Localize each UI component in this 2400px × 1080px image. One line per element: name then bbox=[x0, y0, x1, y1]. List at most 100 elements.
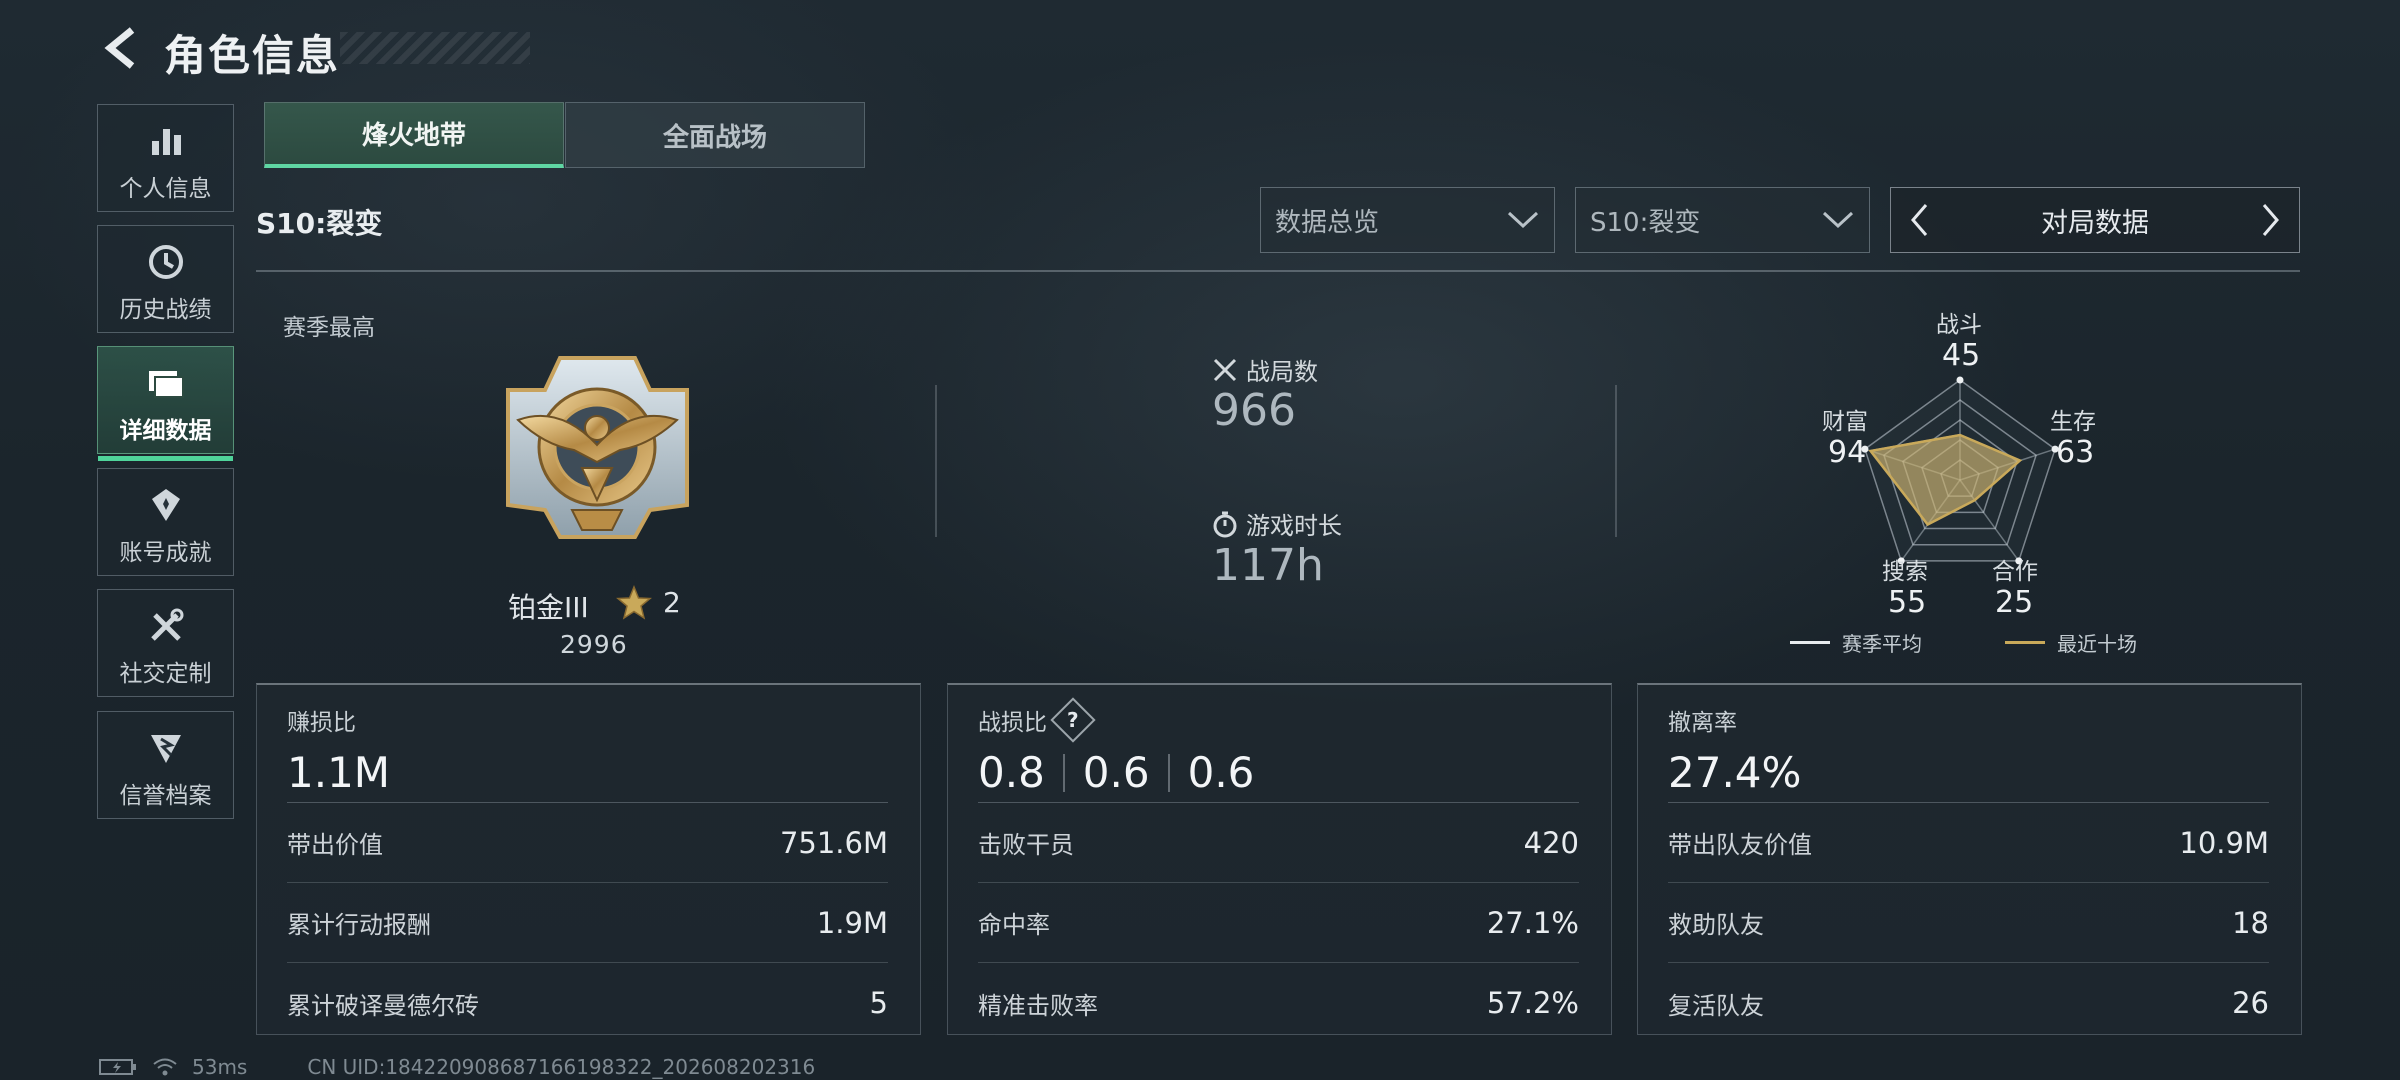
ping-value: 53ms bbox=[192, 1055, 248, 1079]
sidebar-item-label: 个人信息 bbox=[119, 176, 212, 202]
extraction-rate-card: 撤离率 27.4% 带出队友价值 10.9M 救助队友 18 复活队友 26 bbox=[1637, 683, 2302, 1035]
row-value: 57.2% bbox=[1486, 986, 1579, 1020]
card-main-value: 1.1M bbox=[287, 743, 888, 803]
radar-label-survival: 生存 bbox=[2050, 409, 2096, 435]
rank-score: 2996 bbox=[560, 630, 628, 659]
sidebar-item-social[interactable]: 社交定制 bbox=[97, 589, 234, 697]
card-title: 战损比 ? bbox=[978, 697, 1579, 743]
platinum-rank-emblem bbox=[506, 356, 689, 539]
stopwatch-icon bbox=[1213, 511, 1237, 537]
radar-value-wealth: 94 bbox=[1828, 435, 1867, 470]
card-row: 复活队友 26 bbox=[1668, 963, 2269, 1043]
card-row: 累计破译曼德尔砖 5 bbox=[287, 963, 888, 1043]
season-title: S10:裂变 bbox=[256, 207, 383, 240]
help-icon[interactable]: ? bbox=[1050, 697, 1096, 743]
overview-dropdown[interactable]: 数据总览 bbox=[1260, 187, 1555, 253]
back-arrow-icon bbox=[104, 27, 135, 69]
achievement-icon bbox=[147, 483, 185, 527]
card-row: 精准击败率 57.2% bbox=[978, 963, 1579, 1043]
rank-star-count: 2 bbox=[663, 586, 681, 619]
sidebar-item-history[interactable]: 历史战绩 bbox=[97, 225, 234, 333]
status-footer: 53ms CN UID:1842209086871661983​22_20260… bbox=[98, 1055, 815, 1079]
chevron-down-icon bbox=[1507, 211, 1539, 229]
legend-recent-swatch bbox=[2005, 641, 2045, 644]
legend-recent-label: 最近十场 bbox=[2057, 632, 2137, 656]
rank-name: 铂金III bbox=[508, 591, 589, 624]
sidebar-item-label: 账号成就 bbox=[119, 540, 212, 566]
bar-chart-icon bbox=[148, 119, 184, 163]
season-dropdown-value: S10:裂变 bbox=[1590, 207, 1701, 238]
card-row: 击败干员 420 bbox=[978, 803, 1579, 883]
sidebar-item-achievements[interactable]: 账号成就 bbox=[97, 468, 234, 576]
back-button[interactable] bbox=[96, 22, 148, 74]
section-divider bbox=[1615, 385, 1617, 537]
pager-next-button[interactable] bbox=[2253, 197, 2289, 243]
crossed-swords-icon bbox=[1213, 358, 1237, 381]
pager-label: 对局数据 bbox=[2041, 207, 2149, 239]
card-main-value: 27.4% bbox=[1668, 743, 2269, 803]
row-label: 命中率 bbox=[978, 911, 1050, 939]
season-high-label: 赛季最高 bbox=[283, 315, 375, 341]
legend-season-swatch bbox=[1790, 641, 1830, 644]
kd-value-1: 0.8 bbox=[978, 748, 1045, 797]
row-label: 救助队友 bbox=[1668, 911, 1764, 939]
card-row: 命中率 27.1% bbox=[978, 883, 1579, 963]
rank-badge bbox=[500, 350, 695, 545]
legend-season-label: 赛季平均 bbox=[1842, 632, 1922, 656]
row-value: 1.9M bbox=[816, 905, 888, 940]
card-title-text: 赚损比 bbox=[287, 710, 356, 736]
history-icon bbox=[147, 240, 185, 284]
sidebar-item-label: 信誉档案 bbox=[119, 783, 212, 809]
ability-radar-chart bbox=[1861, 376, 2059, 565]
sidebar-item-detailed-data[interactable]: 详细数据 bbox=[97, 346, 234, 461]
row-label: 带出队友价值 bbox=[1668, 831, 1812, 859]
row-value: 10.9M bbox=[2179, 825, 2269, 860]
radar-label-cooperation: 合作 bbox=[1992, 559, 2038, 585]
radar-label-wealth: 财富 bbox=[1822, 409, 1868, 435]
radar-value-cooperation: 25 bbox=[1995, 585, 2034, 620]
card-title-text: 撤离率 bbox=[1668, 710, 1737, 736]
pager-prev-button[interactable] bbox=[1901, 197, 1937, 243]
row-value: 27.1% bbox=[1486, 905, 1579, 940]
wifi-icon bbox=[153, 1058, 177, 1076]
tools-icon bbox=[147, 604, 185, 648]
kd-ratio-card: 战损比 ? 0.8 0.6 0.6 击败干员 420 命中率 27.1% 精准击败率 57… bbox=[947, 683, 1612, 1035]
kd-value-2: 0.6 bbox=[1082, 748, 1150, 797]
header-divider bbox=[256, 270, 2300, 272]
row-label: 累计行动报酬 bbox=[287, 911, 431, 939]
sidebar-item-label: 详细数据 bbox=[119, 418, 212, 444]
chevron-left-icon bbox=[1911, 204, 1928, 236]
card-title: 赚损比 bbox=[287, 703, 888, 737]
radar-label-search: 搜索 bbox=[1882, 559, 1928, 585]
playtime-value: 117h bbox=[1212, 540, 1324, 591]
help-icon-glyph: ? bbox=[1067, 707, 1079, 732]
tab-full-battlefield[interactable]: 全面战场 bbox=[565, 102, 865, 168]
row-label: 击败干员 bbox=[978, 831, 1074, 859]
row-value: 420 bbox=[1523, 825, 1579, 860]
row-label: 带出价值 bbox=[287, 831, 383, 859]
card-title: 撤离率 bbox=[1668, 703, 2269, 737]
sidebar-item-reputation[interactable]: 信誉档案 bbox=[97, 711, 234, 819]
sidebar-item-profile[interactable]: 个人信息 bbox=[97, 104, 234, 212]
card-main-value: 0.8 0.6 0.6 bbox=[978, 743, 1579, 803]
folder-icon bbox=[146, 361, 186, 405]
sidebar-item-label: 社交定制 bbox=[119, 661, 212, 687]
matches-value: 966 bbox=[1212, 385, 1296, 436]
value-separator bbox=[1167, 753, 1170, 792]
section-divider bbox=[935, 385, 937, 537]
playtime-label: 游戏时长 bbox=[1246, 512, 1342, 540]
card-row: 累计行动报酬 1.9M bbox=[287, 883, 888, 963]
match-data-pager: 对局数据 bbox=[1890, 187, 2300, 253]
reputation-icon bbox=[147, 726, 185, 770]
season-dropdown[interactable]: S10:裂变 bbox=[1575, 187, 1870, 253]
row-value: 5 bbox=[869, 986, 888, 1020]
sidebar-item-label: 历史战绩 bbox=[119, 297, 212, 323]
radar-value-survival: 63 bbox=[2056, 435, 2095, 470]
row-value: 751.6M bbox=[779, 825, 888, 860]
battery-icon bbox=[99, 1059, 136, 1075]
star-icon bbox=[616, 585, 652, 625]
radar-value-combat: 45 bbox=[1942, 338, 1981, 373]
tab-warzone[interactable]: 烽火地带 bbox=[264, 102, 564, 168]
page-title: 角色信息 bbox=[164, 31, 341, 80]
chevron-right-icon bbox=[2262, 204, 2279, 236]
